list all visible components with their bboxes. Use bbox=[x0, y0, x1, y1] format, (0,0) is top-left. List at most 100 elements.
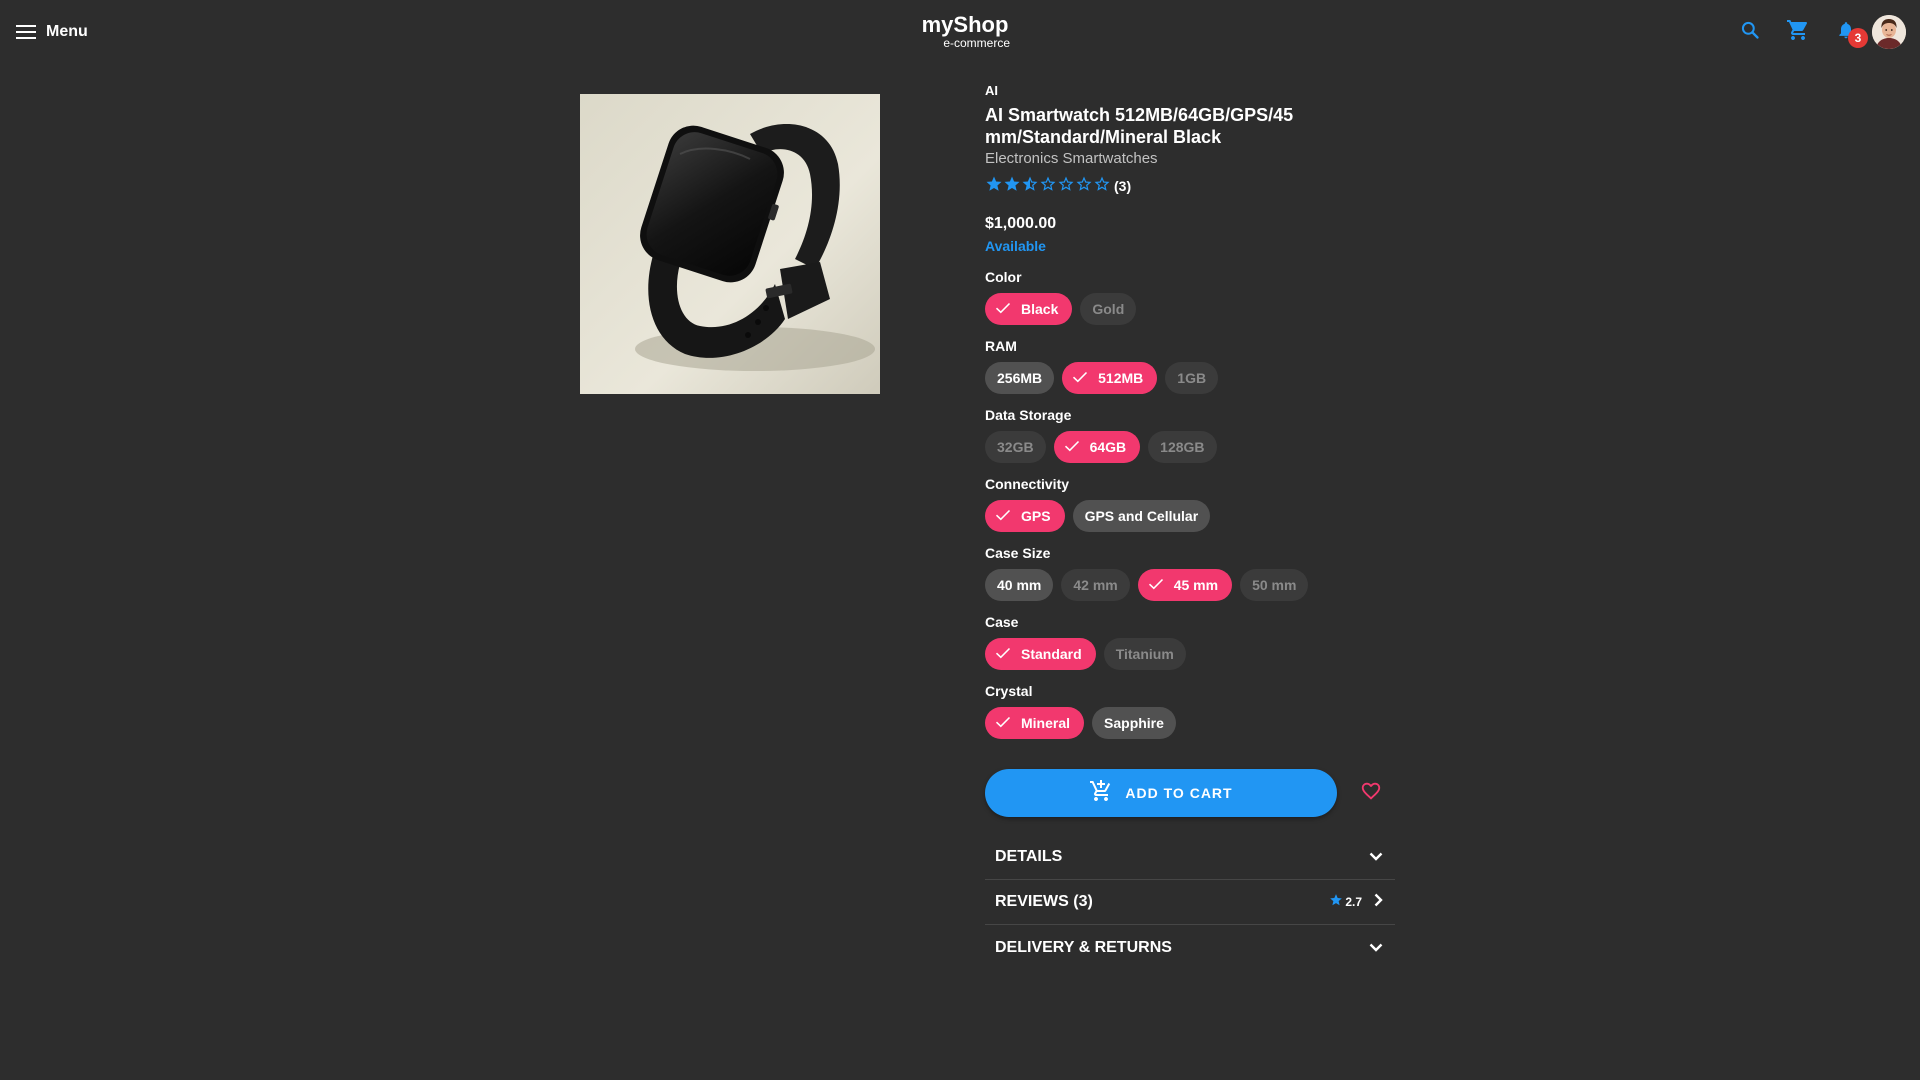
ram-chip[interactable]: 256MB bbox=[985, 362, 1055, 394]
delivery-title: DELIVERY & RETURNS bbox=[995, 938, 1172, 956]
product-brand[interactable]: AI bbox=[985, 82, 1395, 100]
crystal-label: Crystal bbox=[985, 683, 1033, 699]
favorite-button[interactable] bbox=[1347, 769, 1395, 817]
star-empty-icon bbox=[1057, 175, 1075, 198]
rating-count: (3) bbox=[1114, 178, 1132, 194]
connectivity-chip[interactable]: GPS bbox=[985, 500, 1065, 532]
add-to-cart-button[interactable]: ADD TO CART bbox=[985, 769, 1337, 817]
product-title: AI Smartwatch 512MB/64GB/GPS/45 mm/Stand… bbox=[985, 105, 1294, 147]
check-icon bbox=[1064, 439, 1080, 455]
product-options: Color Black Gold RAM 256MB 512MB 1GB Data Stora… bbox=[985, 268, 1395, 739]
case-chip[interactable]: Titanium bbox=[1103, 638, 1186, 670]
availability-status: Available bbox=[985, 238, 1046, 254]
check-icon bbox=[1072, 370, 1088, 386]
ram-chip[interactable]: 1GB bbox=[1165, 362, 1219, 394]
data-storage-option-group: Data Storage 32GB 64GB 128GB bbox=[985, 406, 1395, 463]
star-half-icon bbox=[1021, 175, 1039, 198]
search-button[interactable] bbox=[1726, 14, 1774, 50]
case-size-chip-label: 40 mm bbox=[997, 577, 1042, 593]
search-icon bbox=[1740, 20, 1760, 45]
star-icon bbox=[1329, 893, 1343, 912]
case-option-group: Case Standard Titanium bbox=[985, 613, 1395, 670]
crystal-chip[interactable]: Sapphire bbox=[1092, 707, 1176, 739]
chevron-down-icon bbox=[1369, 939, 1383, 957]
crystal-option-group: Crystal Mineral Sapphire bbox=[985, 682, 1395, 739]
color-chip-label: Gold bbox=[1092, 301, 1125, 317]
cart-row: ADD TO CART bbox=[985, 769, 1395, 817]
color-chips: Black Gold bbox=[985, 293, 1395, 325]
add-to-cart-label: ADD TO CART bbox=[1125, 785, 1233, 801]
star-empty-icon bbox=[1039, 175, 1057, 198]
product-price: $1,000.00 bbox=[985, 215, 1057, 232]
case-chips: Standard Titanium bbox=[985, 638, 1395, 670]
avatar[interactable] bbox=[1872, 15, 1906, 49]
product-rating[interactable]: (3) bbox=[985, 176, 1395, 196]
data-storage-chip[interactable]: 128GB bbox=[1148, 431, 1217, 463]
data-storage-label: Data Storage bbox=[985, 407, 1072, 423]
connectivity-chip-label: GPS and Cellular bbox=[1084, 508, 1199, 524]
case-size-chip-label: 50 mm bbox=[1252, 577, 1297, 593]
reviews-section-header[interactable]: REVIEWS (3) 2.7 bbox=[985, 880, 1395, 925]
reviews-average-value: 2.7 bbox=[1345, 895, 1362, 909]
case-size-chip[interactable]: 42 mm bbox=[1061, 569, 1130, 601]
product-category[interactable]: Electronics Smartwatches bbox=[985, 149, 1395, 169]
star-empty-icon bbox=[1093, 175, 1111, 198]
color-chip[interactable]: Black bbox=[985, 293, 1073, 325]
data-storage-chip-label: 32GB bbox=[997, 439, 1034, 455]
star-empty-icon bbox=[1075, 175, 1093, 198]
check-icon bbox=[995, 715, 1011, 731]
connectivity-option-group: Connectivity GPS GPS and Cellular bbox=[985, 475, 1395, 532]
case-size-label: Case Size bbox=[985, 545, 1051, 561]
brand-logo[interactable]: myShop e-commerce bbox=[920, 12, 1010, 50]
product-sections: DETAILS REVIEWS (3) 2.7 DELIVERY & RETUR… bbox=[985, 835, 1395, 970]
color-label: Color bbox=[985, 269, 1022, 285]
color-chip[interactable]: Gold bbox=[1080, 293, 1137, 325]
notification-badge: 3 bbox=[1848, 28, 1868, 48]
color-chip-label: Black bbox=[1021, 301, 1059, 317]
cart-button[interactable] bbox=[1774, 14, 1822, 50]
case-chip[interactable]: Standard bbox=[985, 638, 1096, 670]
delivery-section-header[interactable]: DELIVERY & RETURNS bbox=[985, 925, 1395, 970]
data-storage-chip[interactable]: 64GB bbox=[1053, 431, 1141, 463]
product-info: AI AI Smartwatch 512MB/64GB/GPS/45 mm/St… bbox=[985, 82, 1395, 970]
ram-chip-label: 1GB bbox=[1177, 370, 1207, 386]
star-filled-icon bbox=[1003, 175, 1021, 198]
rating-stars bbox=[985, 175, 1111, 198]
star-filled-icon bbox=[985, 175, 1003, 198]
notifications-button[interactable]: 3 bbox=[1822, 14, 1870, 50]
crystal-chip-label: Sapphire bbox=[1104, 715, 1164, 731]
check-icon bbox=[995, 646, 1011, 662]
crystal-chips: Mineral Sapphire bbox=[985, 707, 1395, 739]
menu-button[interactable]: Menu bbox=[16, 16, 88, 48]
details-title: DETAILS bbox=[995, 848, 1063, 865]
connectivity-chip[interactable]: GPS and Cellular bbox=[1072, 500, 1211, 532]
ram-chip[interactable]: 512MB bbox=[1062, 362, 1158, 394]
details-section-header[interactable]: DETAILS bbox=[985, 835, 1395, 880]
case-size-chip[interactable]: 50 mm bbox=[1240, 569, 1309, 601]
case-size-option-group: Case Size 40 mm 42 mm 45 mm 50 mm bbox=[985, 544, 1395, 601]
header-actions: 3 bbox=[1726, 14, 1906, 50]
chevron-down-icon bbox=[1369, 848, 1383, 866]
heart-outline-icon bbox=[1360, 780, 1382, 807]
ram-label: RAM bbox=[985, 338, 1017, 354]
data-storage-chip[interactable]: 32GB bbox=[985, 431, 1046, 463]
case-size-chip-label: 45 mm bbox=[1173, 577, 1219, 593]
data-storage-chips: 32GB 64GB 128GB bbox=[985, 431, 1395, 463]
reviews-average: 2.7 bbox=[1329, 893, 1362, 912]
crystal-chip[interactable]: Mineral bbox=[985, 707, 1085, 739]
ram-chip-label: 512MB bbox=[1098, 370, 1144, 386]
case-size-chips: 40 mm 42 mm 45 mm 50 mm bbox=[985, 569, 1395, 601]
crystal-chip-label: Mineral bbox=[1021, 715, 1071, 731]
ram-chip-label: 256MB bbox=[997, 370, 1043, 386]
menu-icon bbox=[16, 24, 36, 40]
case-chip-label: Standard bbox=[1021, 646, 1082, 662]
product-image[interactable] bbox=[580, 94, 880, 394]
data-storage-chip-label: 64GB bbox=[1089, 439, 1127, 455]
data-storage-chip-label: 128GB bbox=[1160, 439, 1205, 455]
cart-icon bbox=[1786, 18, 1810, 47]
case-size-chip[interactable]: 45 mm bbox=[1137, 569, 1233, 601]
check-icon bbox=[995, 508, 1011, 524]
case-size-chip[interactable]: 40 mm bbox=[985, 569, 1054, 601]
brand-title: myShop bbox=[921, 12, 1009, 37]
reviews-title: REVIEWS (3) bbox=[995, 893, 1093, 910]
